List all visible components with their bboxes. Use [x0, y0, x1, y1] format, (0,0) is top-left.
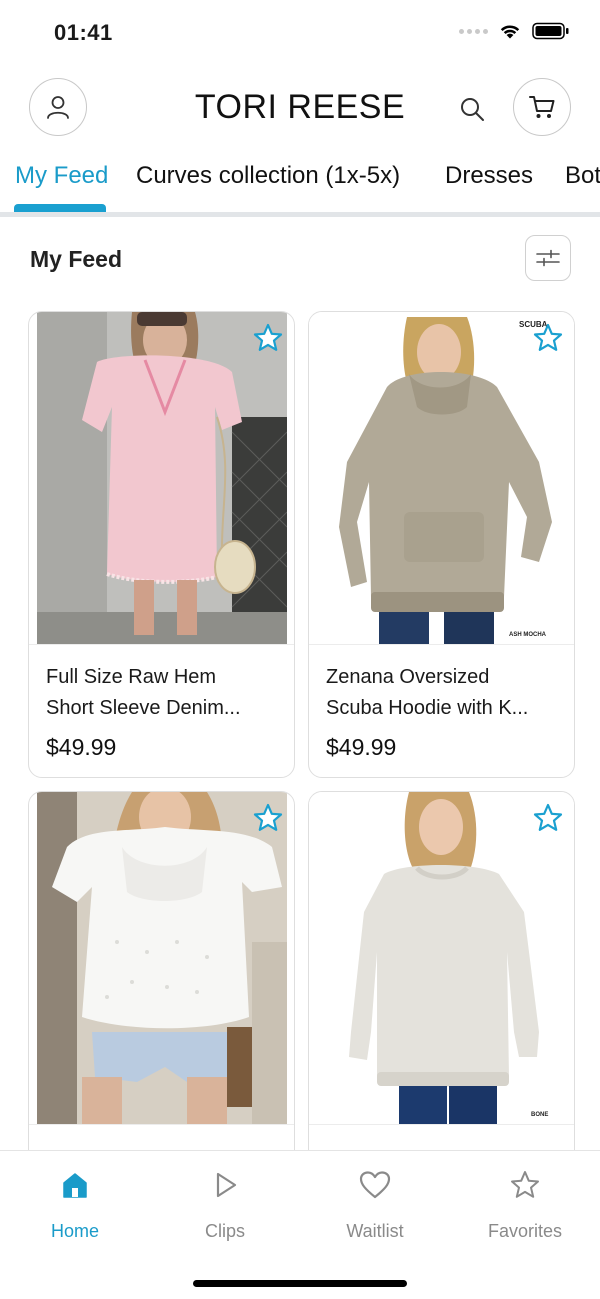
- sliders-icon: [536, 249, 560, 267]
- cart-icon: [529, 96, 555, 118]
- app-header: TORI REESE: [0, 78, 600, 138]
- card-divider: [309, 644, 574, 645]
- star-outline-icon: [253, 803, 283, 831]
- product-name-line: Full Size Raw Hem: [46, 666, 217, 688]
- cart-button[interactable]: [513, 78, 571, 136]
- heart-icon: [359, 1171, 391, 1199]
- card-divider: [29, 1124, 294, 1125]
- bottom-nav: Home Clips Waitlist Favorites: [0, 1150, 600, 1299]
- tabs-divider: [0, 212, 600, 217]
- favorite-star-button[interactable]: [530, 800, 566, 836]
- nav-label: Home: [50, 1221, 99, 1241]
- battery-icon: [532, 22, 569, 40]
- product-tag-bottom: BONE: [531, 1112, 549, 1118]
- product-card[interactable]: SCUBA ASH MOCHA Zenana Oversized Scuba H…: [308, 311, 575, 778]
- product-card[interactable]: BONE: [308, 791, 575, 1191]
- product-price: $49.99: [46, 734, 117, 760]
- star-outline-icon: [533, 323, 563, 351]
- card-divider: [309, 1124, 574, 1125]
- product-name-line: Scuba Hoodie with K...: [326, 697, 529, 719]
- nav-favorites[interactable]: Favorites: [465, 1167, 585, 1242]
- product-image[interactable]: [37, 792, 287, 1124]
- product-name: Zenana Oversized Scuba Hoodie with K...: [326, 662, 556, 724]
- signal-icon: [459, 28, 488, 34]
- tab-my-feed[interactable]: My Feed: [15, 162, 108, 190]
- favorite-star-button[interactable]: [250, 800, 286, 836]
- favorite-star-button[interactable]: [250, 320, 286, 356]
- product-tag-bottom: ASH MOCHA: [509, 632, 546, 638]
- nav-waitlist[interactable]: Waitlist: [315, 1167, 435, 1242]
- product-image[interactable]: [309, 312, 574, 644]
- play-icon: [216, 1172, 237, 1198]
- nav-home[interactable]: Home: [15, 1167, 135, 1242]
- home-indicator: [193, 1280, 407, 1287]
- nav-label: Favorites: [487, 1221, 563, 1241]
- nav-clips[interactable]: Clips: [165, 1167, 285, 1242]
- product-card[interactable]: [28, 791, 295, 1191]
- tab-bottoms[interactable]: Bot: [565, 162, 600, 190]
- active-tab-indicator: [14, 204, 106, 212]
- tab-dresses[interactable]: Dresses: [445, 162, 533, 190]
- product-image[interactable]: [309, 792, 574, 1124]
- card-divider: [29, 644, 294, 645]
- product-name-line: Zenana Oversized: [326, 666, 490, 688]
- product-card[interactable]: Full Size Raw Hem Short Sleeve Denim... …: [28, 311, 295, 778]
- brand-title: TORI REESE: [194, 88, 406, 126]
- tab-curves-collection[interactable]: Curves collection (1x-5x): [136, 162, 400, 190]
- home-icon: [63, 1173, 87, 1198]
- star-outline-icon: [253, 323, 283, 351]
- star-icon: [511, 1171, 539, 1198]
- nav-label: Clips: [204, 1221, 245, 1241]
- status-time: 01:41: [54, 20, 113, 45]
- wifi-icon: [500, 25, 520, 39]
- status-bar: 01:41: [0, 0, 600, 64]
- nav-label: Waitlist: [346, 1221, 404, 1241]
- feed-title: My Feed: [30, 246, 123, 272]
- category-tabs: My Feed Curves collection (1x-5x) Dresse…: [0, 150, 600, 214]
- product-name: Full Size Raw Hem Short Sleeve Denim...: [46, 662, 276, 724]
- product-name-line: Short Sleeve Denim...: [46, 697, 241, 719]
- product-image[interactable]: [37, 312, 287, 644]
- search-button[interactable]: [455, 92, 489, 126]
- favorite-star-button[interactable]: [530, 320, 566, 356]
- star-outline-icon: [533, 803, 563, 831]
- product-price: $49.99: [326, 734, 397, 760]
- filter-button[interactable]: [525, 235, 571, 281]
- search-icon: [461, 98, 484, 121]
- status-icons: [459, 22, 570, 40]
